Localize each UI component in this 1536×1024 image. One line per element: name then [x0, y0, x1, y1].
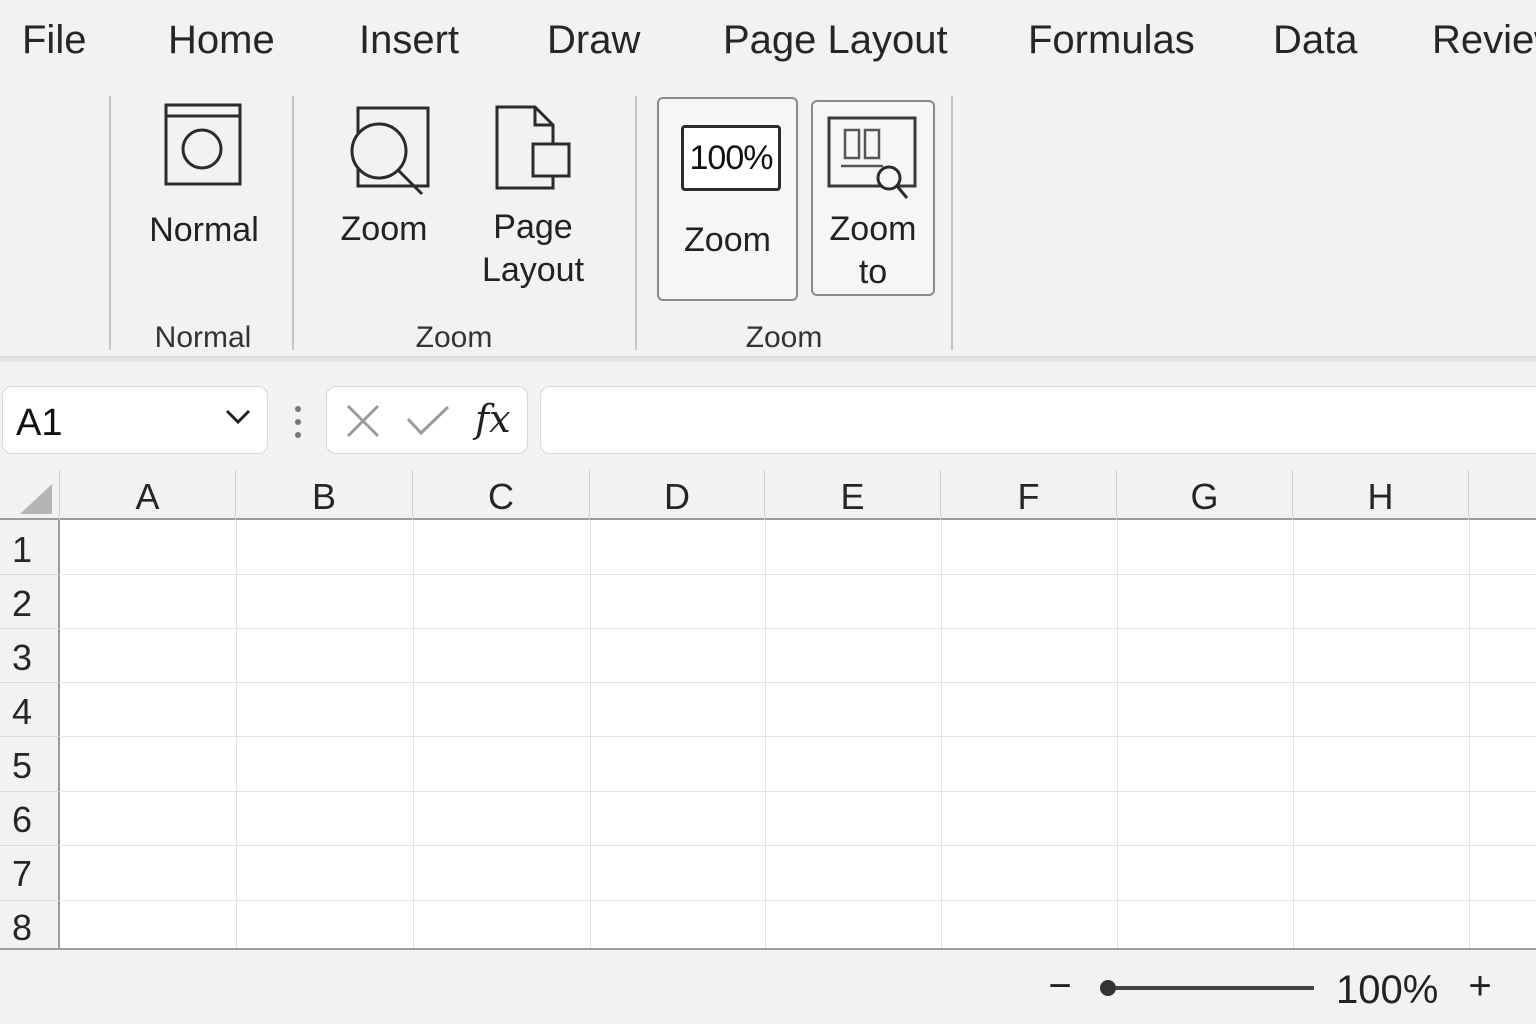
cell-a1[interactable] [61, 521, 236, 574]
row-header-3[interactable]: 3 [12, 636, 32, 680]
row-header-column: 1 2 3 4 5 6 7 8 [0, 520, 60, 948]
tab-formulas[interactable]: Formulas [1028, 16, 1195, 64]
zoom-to-label-line2: to [858, 253, 888, 291]
zoom-slider[interactable] [1100, 972, 1316, 1002]
zoom-to-selection-button[interactable]: Zoom to [811, 100, 935, 296]
zoom-slider-track [1108, 986, 1314, 990]
group-label-zoom: Zoom [415, 321, 493, 354]
zoom-button-label: Zoom [340, 210, 428, 248]
zoom-in-button[interactable]: + [1462, 964, 1498, 1008]
column-header-g[interactable]: G [1117, 470, 1293, 520]
enter-check-icon[interactable] [405, 403, 451, 439]
row-header-8[interactable]: 8 [12, 906, 32, 948]
insert-function-button[interactable]: fx [475, 397, 511, 441]
zoom-slider-thumb[interactable] [1100, 980, 1116, 996]
tab-file[interactable]: File [22, 16, 86, 64]
ribbon-separator [292, 96, 294, 350]
normal-view-button[interactable]: Normal [124, 100, 284, 300]
menu-tabs: File Home Insert Draw Page Layout Formul… [0, 0, 1536, 80]
zoom-in-label: + [1468, 964, 1492, 1008]
row-separator [0, 900, 60, 901]
zoom-out-label: − [1048, 964, 1072, 1008]
row-separator [0, 682, 60, 683]
gridline [413, 520, 414, 948]
row-separator [0, 628, 60, 629]
formula-actions: fx [326, 386, 528, 454]
gridline [1469, 520, 1470, 948]
formula-bar: A1 fx [0, 362, 1536, 470]
select-all-triangle-icon [20, 484, 52, 514]
gridline [765, 520, 766, 948]
ribbon-separator [109, 96, 111, 350]
gridline [60, 574, 1536, 575]
ribbon-separator [951, 96, 953, 350]
gridline [236, 520, 237, 948]
zoom-to-label-line1: Zoom [829, 210, 917, 248]
more-options-icon[interactable] [292, 404, 304, 440]
gridline [60, 900, 1536, 901]
spreadsheet-grid: A B C D E F G H 1 2 3 4 5 6 7 8 [0, 470, 1536, 948]
name-box-value: A1 [16, 402, 63, 444]
column-header-a[interactable]: A [60, 470, 236, 520]
column-header-b[interactable]: B [236, 470, 413, 520]
row-separator [0, 736, 60, 737]
page-layout-button[interactable]: Page Layout [468, 104, 598, 304]
column-header-f[interactable]: F [941, 470, 1117, 520]
row-header-7[interactable]: 7 [12, 852, 32, 896]
zoom-to-selection-icon [827, 116, 917, 199]
column-header-d[interactable]: D [590, 470, 765, 520]
zoom-button[interactable]: Zoom [326, 104, 442, 304]
zoom-100-icon-text: 100% [689, 139, 774, 177]
zoom-out-button[interactable]: − [1044, 964, 1076, 1008]
row-header-5[interactable]: 5 [12, 744, 32, 788]
row-separator [0, 574, 60, 575]
page-layout-icon [495, 105, 571, 190]
normal-view-icon [164, 103, 242, 186]
zoom-100-icon: 100% [681, 125, 781, 191]
gridline [60, 628, 1536, 629]
row-header-1[interactable]: 1 [12, 528, 32, 572]
column-header-row: A B C D E F G H [0, 470, 1536, 520]
column-header-h[interactable]: H [1293, 470, 1469, 520]
tab-review[interactable]: Review [1432, 16, 1536, 64]
group-label-normal: Normal [154, 321, 252, 354]
gridline [60, 845, 1536, 846]
name-box[interactable]: A1 [2, 386, 268, 454]
zoom-level[interactable]: 100% [1336, 968, 1438, 1012]
normal-view-label: Normal [149, 211, 259, 249]
cancel-icon[interactable] [345, 403, 381, 439]
row-header-6[interactable]: 6 [12, 798, 32, 842]
gridline [60, 682, 1536, 683]
gridline [941, 520, 942, 948]
gridline [1293, 520, 1294, 948]
tab-home[interactable]: Home [168, 16, 275, 64]
row-header-2[interactable]: 2 [12, 582, 32, 626]
page-layout-label-line1: Page [493, 208, 573, 246]
row-separator [0, 845, 60, 846]
column-header-c[interactable]: C [413, 470, 590, 520]
formula-input[interactable] [540, 386, 1536, 454]
tab-draw[interactable]: Draw [547, 16, 640, 64]
column-header-e[interactable]: E [765, 470, 941, 520]
chevron-down-icon[interactable] [225, 409, 251, 425]
page-layout-label-line2: Layout [481, 251, 585, 289]
ribbon: Normal Normal Zoom Page Layout Zoom 100%… [0, 80, 1536, 358]
tab-page-layout[interactable]: Page Layout [723, 16, 948, 64]
group-label-zoom-2: Zoom [745, 321, 823, 354]
gridline [590, 520, 591, 948]
magnifier-icon [350, 106, 430, 196]
row-separator [0, 791, 60, 792]
row-header-4[interactable]: 4 [12, 690, 32, 734]
status-bar: − 100% + [0, 948, 1536, 1024]
ribbon-separator [635, 96, 637, 350]
tab-data[interactable]: Data [1273, 16, 1358, 64]
gridline [60, 736, 1536, 737]
gridline [60, 791, 1536, 792]
zoom-100-label: Zoom [684, 221, 771, 259]
tab-insert[interactable]: Insert [359, 16, 459, 64]
select-all-button[interactable] [0, 470, 60, 520]
zoom-100-button[interactable]: 100% Zoom [657, 97, 798, 301]
gridline [1117, 520, 1118, 948]
